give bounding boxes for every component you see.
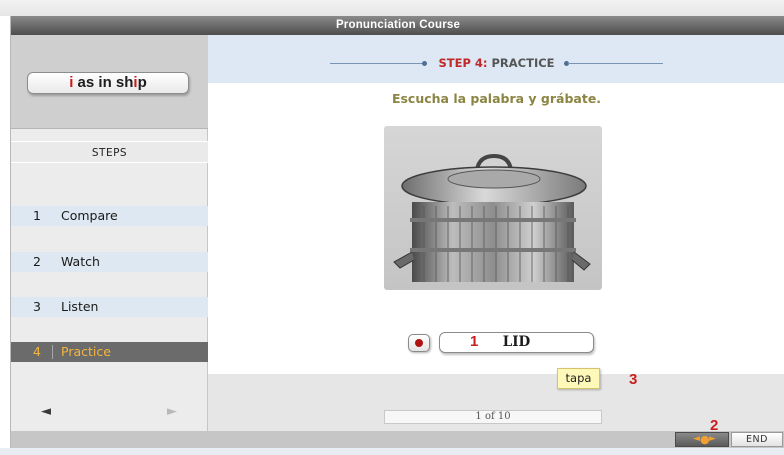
annotation-1: 1 bbox=[470, 333, 479, 350]
practice-panel: STEP 4: PRACTICE Escucha la palabra y gr… bbox=[208, 35, 784, 434]
record-icon bbox=[415, 339, 423, 347]
steps-heading: STEPS bbox=[11, 141, 208, 163]
prev-arrow-icon[interactable]: ◄ bbox=[41, 404, 51, 419]
word-button[interactable]: LID bbox=[439, 332, 594, 353]
sidebar-item-listen[interactable]: 3 Listen bbox=[11, 297, 208, 317]
step-label: Listen bbox=[61, 299, 99, 314]
trash-can-image bbox=[384, 126, 602, 290]
step-banner: STEP 4: PRACTICE bbox=[208, 35, 784, 83]
top-strip bbox=[0, 0, 784, 16]
course-window: Pronunciation Course i as in ship STEPS … bbox=[10, 16, 784, 448]
right-chevron-icon: ► bbox=[709, 434, 716, 444]
step-number: 4 bbox=[33, 344, 41, 359]
step-prefix: STEP 4: bbox=[438, 56, 488, 70]
step-title: STEP 4: PRACTICE bbox=[208, 53, 784, 73]
sound-text-end: p bbox=[137, 74, 147, 91]
sound-panel: i as in ship bbox=[11, 35, 208, 129]
annotation-3: 3 bbox=[629, 371, 638, 388]
step-number: 2 bbox=[33, 254, 41, 269]
window-title: Pronunciation Course bbox=[11, 16, 784, 35]
sound-example-button[interactable]: i as in ship bbox=[27, 72, 189, 94]
step-number: 3 bbox=[33, 299, 41, 314]
step-label: Watch bbox=[61, 254, 100, 269]
left-chevron-icon: ◄ bbox=[693, 434, 700, 444]
step-label: Practice bbox=[61, 344, 111, 359]
step-name: PRACTICE bbox=[487, 56, 555, 70]
bottom-bar: ◄ ● ► END bbox=[11, 431, 784, 448]
audio-button[interactable]: ◄ ● ► bbox=[675, 432, 729, 447]
step-label: Compare bbox=[61, 208, 118, 223]
record-button[interactable] bbox=[408, 334, 430, 352]
sidebar-item-compare[interactable]: 1 Compare bbox=[11, 206, 208, 226]
sound-text: as in sh bbox=[73, 74, 134, 91]
progress-counter: 1 of 10 bbox=[384, 410, 602, 424]
background-strip bbox=[0, 448, 784, 455]
translation-tooltip: tapa bbox=[557, 368, 600, 389]
step-number: 1 bbox=[33, 208, 41, 223]
sidebar-item-practice[interactable]: 4 Practice bbox=[11, 342, 208, 362]
sidebar: i as in ship STEPS 1 Compare 2 Watch 3 L… bbox=[11, 35, 208, 431]
end-button[interactable]: END bbox=[731, 432, 783, 447]
next-arrow-icon[interactable]: ► bbox=[167, 404, 177, 419]
sidebar-item-watch[interactable]: 2 Watch bbox=[11, 252, 208, 272]
instruction-text: Escucha la palabra y grábate. bbox=[391, 91, 602, 106]
step-separator bbox=[52, 345, 53, 359]
